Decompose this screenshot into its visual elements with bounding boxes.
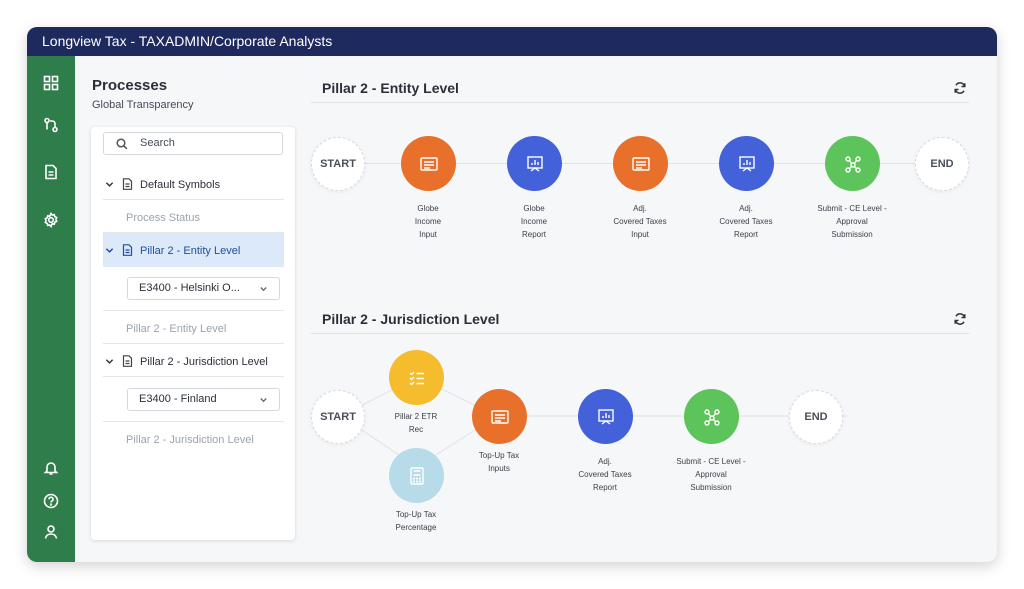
document-icon[interactable] xyxy=(42,163,60,181)
divider xyxy=(103,343,284,344)
chevron-down-icon[interactable] xyxy=(105,244,115,258)
network-icon xyxy=(703,408,720,426)
search-input[interactable]: Search xyxy=(103,132,283,155)
network-icon xyxy=(844,155,861,173)
node-label: Globe Income Report xyxy=(520,204,548,239)
tree-item-entity-level-leaf[interactable]: Pillar 2 - Entity Level xyxy=(103,322,284,336)
node-label: Adj. Covered Taxes Report xyxy=(719,204,773,239)
nav-rail xyxy=(27,56,75,562)
workflow-icon[interactable] xyxy=(42,116,60,134)
globe-income-input-node[interactable] xyxy=(401,136,456,191)
node-label: Submit - CE Level - Approval Submission xyxy=(817,204,887,239)
tree-item-label: Default Symbols xyxy=(140,179,221,191)
input-form-icon xyxy=(490,409,509,424)
node-label: Top-Up Tax Percentage xyxy=(395,510,437,532)
panel-title: Processes xyxy=(92,77,168,94)
app-window: Longview Tax - TAXADMIN/Corporate Analys… xyxy=(27,27,997,562)
help-icon[interactable] xyxy=(42,492,60,510)
refresh-icon[interactable] xyxy=(953,81,967,95)
globe-income-report-node[interactable] xyxy=(507,136,562,191)
input-form-icon xyxy=(631,156,650,171)
search-icon xyxy=(116,138,128,150)
divider xyxy=(103,199,284,200)
node-label: Adj. Covered Taxes Report xyxy=(578,457,632,492)
chevron-down-icon xyxy=(260,287,267,292)
node-label: Top-Up Tax Inputs xyxy=(478,451,520,473)
tree-item-process-status[interactable]: Process Status xyxy=(103,211,284,225)
submit-approval-node[interactable] xyxy=(825,136,880,191)
document-icon xyxy=(122,178,133,194)
start-node: START xyxy=(311,137,365,191)
adj-covered-taxes-report-node[interactable] xyxy=(719,136,774,191)
panel-subtitle: Global Transparency xyxy=(92,99,194,111)
adj-covered-taxes-report-node[interactable] xyxy=(578,389,633,444)
window-title: Longview Tax - TAXADMIN/Corporate Analys… xyxy=(27,27,997,56)
node-label: Adj. Covered Taxes Input xyxy=(613,204,667,239)
entity-select[interactable]: E3400 - Helsinki O... xyxy=(127,277,280,300)
tree-item-label: Pillar 2 - Entity Level xyxy=(140,245,241,257)
section-divider xyxy=(311,102,969,103)
chevron-down-icon[interactable] xyxy=(105,355,115,369)
end-node: END xyxy=(915,137,969,191)
dashboard-icon[interactable] xyxy=(42,74,60,92)
calculator-icon xyxy=(409,466,424,485)
tree-item-label: Pillar 2 - Jurisdiction Level xyxy=(140,356,268,368)
divider xyxy=(103,376,284,377)
end-node: END xyxy=(789,390,843,444)
submit-approval-node[interactable] xyxy=(684,389,739,444)
pillar2-etr-rec-node[interactable] xyxy=(389,350,444,405)
section-divider xyxy=(311,333,969,334)
processes-header: Processes Global Transparency xyxy=(92,77,194,111)
user-icon[interactable] xyxy=(42,523,60,541)
jurisdiction-flow-title: Pillar 2 - Jurisdiction Level xyxy=(322,311,500,327)
divider xyxy=(103,310,284,311)
start-node: START xyxy=(311,390,365,444)
bell-icon[interactable] xyxy=(42,459,60,477)
top-up-tax-inputs-node[interactable] xyxy=(472,389,527,444)
top-up-tax-percentage-node[interactable] xyxy=(389,448,444,503)
search-placeholder: Search xyxy=(140,137,175,149)
input-form-icon xyxy=(419,156,438,171)
checklist-icon xyxy=(409,371,424,385)
node-label: Submit - CE Level - Approval Submission xyxy=(676,457,746,492)
node-label: Pillar 2 ETR Rec xyxy=(394,412,438,434)
report-chart-icon xyxy=(738,155,755,172)
chevron-down-icon[interactable] xyxy=(105,178,115,192)
document-icon xyxy=(122,244,133,260)
document-icon xyxy=(122,355,133,371)
chevron-down-icon xyxy=(260,398,267,403)
jurisdiction-select[interactable]: E3400 - Finland xyxy=(127,388,280,411)
report-chart-icon xyxy=(597,408,614,425)
entity-select-value: E3400 - Helsinki O... xyxy=(139,282,240,294)
jurisdiction-select-value: E3400 - Finland xyxy=(139,393,217,405)
entity-flow-title: Pillar 2 - Entity Level xyxy=(322,80,459,96)
divider xyxy=(103,421,284,422)
report-chart-icon xyxy=(526,155,543,172)
adj-covered-taxes-input-node[interactable] xyxy=(613,136,668,191)
settings-icon[interactable] xyxy=(42,211,60,229)
tree-item-jurisdiction-level-leaf[interactable]: Pillar 2 - Jurisdiction Level xyxy=(103,433,284,447)
refresh-icon[interactable] xyxy=(953,312,967,326)
node-label: Globe Income Input xyxy=(414,204,442,239)
process-tree: Search Default Symbols Process Status Pi… xyxy=(91,127,295,540)
